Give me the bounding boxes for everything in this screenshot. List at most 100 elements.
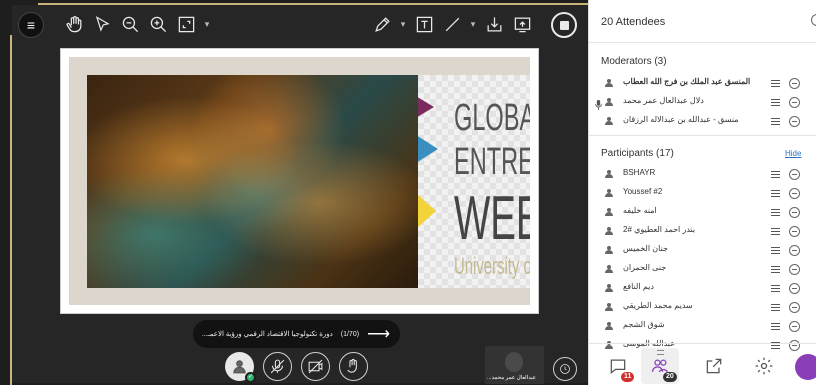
presence-check-icon: ✓ xyxy=(245,372,256,383)
more-options-icon[interactable] xyxy=(789,116,800,127)
list-icon[interactable] xyxy=(771,171,780,178)
slide-accent-shape xyxy=(418,135,438,163)
presentation-toolbar-left: ▾ xyxy=(60,10,214,38)
person-icon xyxy=(605,79,613,88)
more-options-icon[interactable] xyxy=(789,207,800,218)
attendee-row[interactable]: سديم محمد الطريقي xyxy=(589,298,816,317)
list-icon[interactable] xyxy=(771,118,780,125)
pen-icon[interactable] xyxy=(368,10,396,38)
hide-participants-link[interactable]: Hide xyxy=(785,149,801,158)
list-icon[interactable] xyxy=(771,266,780,273)
attendee-row[interactable]: BSHAYR xyxy=(589,165,816,184)
slide-satellite-image xyxy=(87,75,418,288)
more-options-icon[interactable] xyxy=(789,188,800,199)
slide-title-line: WEEK xyxy=(454,184,530,253)
attendee-row[interactable]: منسق - عبدالله بن عبدالاله الرزقان xyxy=(589,112,816,131)
list-icon[interactable] xyxy=(771,285,780,292)
slide-accent-shape xyxy=(418,195,436,227)
close-panel-icon[interactable] xyxy=(811,14,816,26)
camera-button[interactable] xyxy=(301,352,330,381)
more-options-icon[interactable] xyxy=(789,321,800,332)
list-icon[interactable] xyxy=(771,228,780,235)
list-icon[interactable] xyxy=(771,80,780,87)
attendee-row[interactable]: جنى الحمران xyxy=(589,260,816,279)
attendee-row[interactable]: جنان الخميس xyxy=(589,241,816,260)
chat-tab[interactable]: 11 xyxy=(599,348,637,384)
attendee-name: منسق - عبدالله بن عبدالاله الرزقان xyxy=(623,115,739,124)
menu-button[interactable]: ≡ xyxy=(18,12,44,38)
list-icon[interactable] xyxy=(771,323,780,330)
attendee-row[interactable]: امنه خليفه xyxy=(589,203,816,222)
share-screen-icon[interactable] xyxy=(508,10,536,38)
zoom-out-icon[interactable] xyxy=(116,10,144,38)
attendee-row[interactable]: المنسق عبد الملك بن فرج الله العطاب xyxy=(589,74,816,93)
hand-icon[interactable] xyxy=(60,10,88,38)
attendee-name: جنى الحمران xyxy=(623,263,667,272)
more-options-icon[interactable] xyxy=(789,283,800,294)
camera-off-icon xyxy=(308,359,323,374)
more-options-icon[interactable] xyxy=(789,245,800,256)
person-icon xyxy=(605,284,613,293)
attendees-tab[interactable]: 20 xyxy=(641,348,679,384)
slide-navigation[interactable]: دورة تكنولوجيا الاقتصاد الرقمي ورؤية الا… xyxy=(193,320,400,348)
list-icon[interactable] xyxy=(771,304,780,311)
attendee-name: جنان الخميس xyxy=(623,244,668,253)
more-options-icon[interactable] xyxy=(789,226,800,237)
next-slide-arrow-icon[interactable]: ⟶ xyxy=(367,324,390,344)
attendee-row[interactable]: ديم النافع xyxy=(589,279,816,298)
presentation-toolbar-right: ▾ ▾ xyxy=(368,10,536,38)
pointer-icon[interactable] xyxy=(88,10,116,38)
attendee-name: Youssef #2 xyxy=(623,187,663,196)
slide-counter: (1/70) xyxy=(340,330,360,338)
attendee-row[interactable]: بندر احمد العطيوي #2 xyxy=(589,222,816,241)
person-icon xyxy=(605,170,613,179)
raise-hand-button[interactable] xyxy=(339,352,368,381)
attendee-row[interactable]: شوق الشجم xyxy=(589,317,816,336)
attendee-row[interactable]: Youssef #2 xyxy=(589,184,816,203)
session-timer-button[interactable] xyxy=(553,357,577,381)
participants-heading: Participants (17) xyxy=(601,148,674,159)
attendee-name: بندر احمد العطيوي #2 xyxy=(623,225,696,234)
chevron-down-icon[interactable]: ▾ xyxy=(466,10,480,38)
list-icon[interactable] xyxy=(771,247,780,254)
more-options-icon[interactable] xyxy=(789,302,800,313)
person-icon xyxy=(605,246,613,255)
attendees-count-badge: 20 xyxy=(663,372,677,382)
microphone-button[interactable] xyxy=(263,352,292,381)
person-icon xyxy=(605,322,613,331)
my-status-button[interactable]: ✓ xyxy=(225,352,256,383)
slide-background: GLOBAL ENTREPREN WEEK University of P xyxy=(69,57,530,305)
slide-title-line: University of P xyxy=(454,253,530,280)
more-options-icon[interactable] xyxy=(789,264,800,275)
download-icon[interactable] xyxy=(480,10,508,38)
speaker-name: عبدالعال عمر محمد... xyxy=(487,375,537,381)
more-options-icon[interactable] xyxy=(789,97,800,108)
stop-presentation-button[interactable] xyxy=(551,12,577,38)
person-icon xyxy=(605,227,613,236)
list-icon[interactable] xyxy=(771,209,780,216)
speaker-avatar xyxy=(505,352,523,372)
chevron-down-icon[interactable]: ▾ xyxy=(200,10,214,38)
chevron-down-icon[interactable]: ▾ xyxy=(396,10,410,38)
zoom-in-icon[interactable] xyxy=(144,10,172,38)
slide-nav-title: دورة تكنولوجيا الاقتصاد الرقمي ورؤية الا… xyxy=(201,331,333,338)
speaker-video-tile[interactable]: عبدالعال عمر محمد... xyxy=(485,346,544,384)
fit-screen-icon[interactable] xyxy=(172,10,200,38)
microphone-icon xyxy=(595,97,602,110)
more-options-icon[interactable] xyxy=(789,169,800,180)
panel-footer-tabs: 11 20 xyxy=(589,343,816,385)
moderators-heading: Moderators (3) xyxy=(601,56,667,67)
list-icon[interactable] xyxy=(771,190,780,197)
attendee-name: شوق الشجم xyxy=(623,320,665,329)
slide-canvas[interactable]: GLOBAL ENTREPREN WEEK University of P xyxy=(60,48,539,314)
attendee-row[interactable]: دلال عبدالعال عمر محمد xyxy=(589,93,816,112)
line-icon[interactable] xyxy=(438,10,466,38)
list-icon[interactable] xyxy=(771,99,780,106)
stop-icon xyxy=(559,20,569,30)
share-content-tab[interactable] xyxy=(695,348,733,384)
person-icon xyxy=(605,208,613,217)
text-icon[interactable] xyxy=(410,10,438,38)
collaborate-menu-button[interactable] xyxy=(795,354,816,380)
settings-tab[interactable] xyxy=(745,348,783,384)
more-options-icon[interactable] xyxy=(789,78,800,89)
